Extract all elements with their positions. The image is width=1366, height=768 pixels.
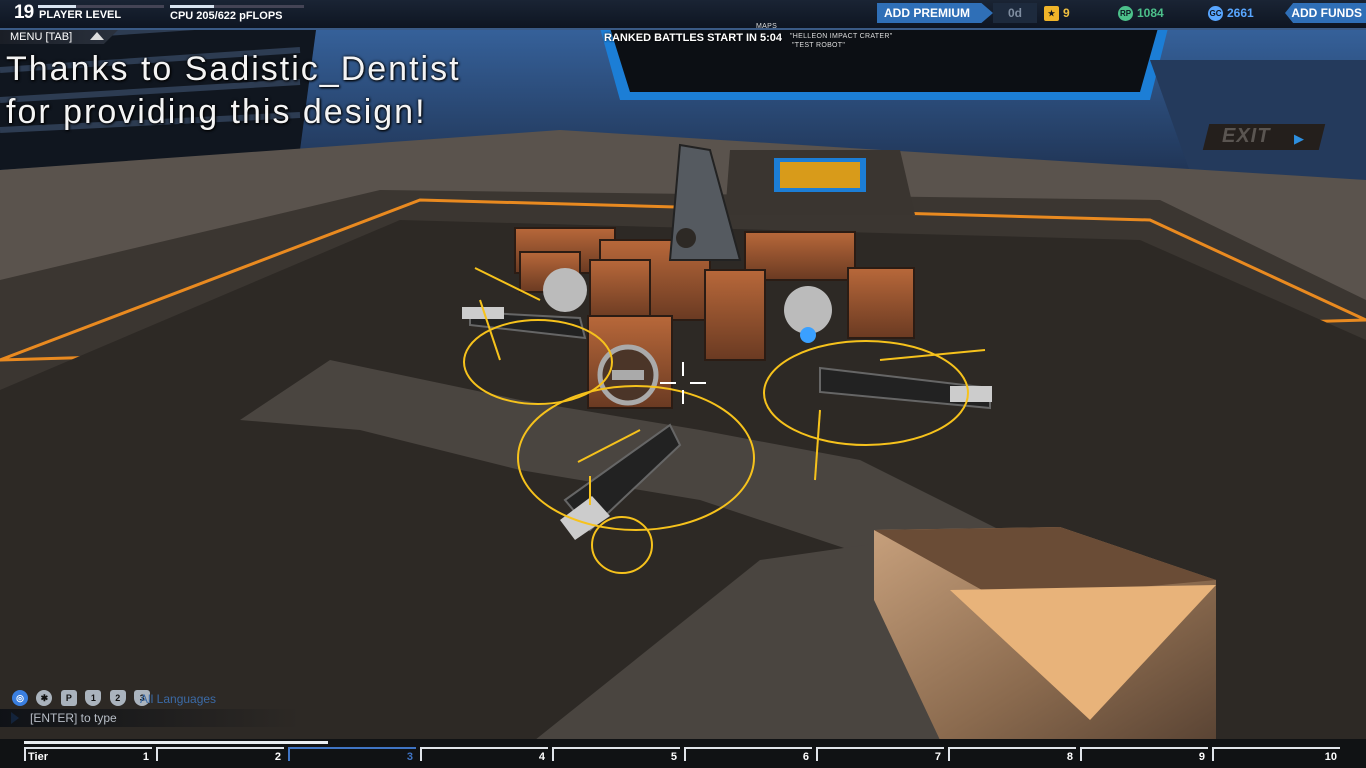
premium-days: 0d (993, 3, 1037, 23)
tier-8: 8 (948, 747, 1076, 763)
accessibility-icon[interactable]: ✱ (36, 689, 53, 706)
tier-6: 6 (684, 747, 812, 763)
tier-label: Tier (28, 751, 48, 763)
tier-3: 3 (288, 747, 416, 763)
tier-7: 7 (816, 747, 944, 763)
tier-number: 7 (934, 751, 941, 763)
galaxy-credits-value: 2661 (1227, 6, 1254, 20)
tier-10: 10 (1212, 747, 1340, 763)
party-1-icon[interactable]: 1 (85, 689, 102, 706)
tier-1: Tier 1 (24, 747, 152, 763)
tier-progress (24, 741, 328, 744)
robot-points-value: 1084 (1137, 6, 1164, 20)
level-progress-bar (38, 5, 164, 8)
tier-9: 9 (1080, 747, 1208, 763)
tier-number: 6 (802, 751, 809, 763)
tier-number: 3 (406, 751, 413, 763)
tier-number: 9 (1198, 751, 1205, 763)
ranked-battles-timer: RANKED BATTLES START IN 5:04 (604, 32, 783, 44)
overlay-message: Thanks to Sadistic_Dentist for providing… (6, 50, 461, 131)
player-level: 19 (14, 2, 34, 23)
player-level-label: PLAYER LEVEL (39, 9, 122, 21)
p-icon[interactable]: P (60, 689, 77, 706)
cpu-progress-bar (170, 5, 304, 8)
tier-2: 2 (156, 747, 284, 763)
tier-number: 4 (538, 751, 545, 763)
stars-counter: ★ 9 (1044, 4, 1070, 22)
tier-4: 4 (420, 747, 548, 763)
cpu-label: CPU 205/622 pFLOPS (170, 10, 283, 22)
star-icon: ★ (1044, 6, 1059, 22)
robot-points-counter: RP 1084 (1118, 4, 1164, 22)
tier-number: 1 (142, 751, 149, 763)
chat-input[interactable]: [ENTER] to type (0, 709, 300, 727)
gc-icon: GC (1208, 6, 1223, 22)
globe-icon[interactable]: ◎ (12, 689, 28, 706)
add-premium-button[interactable]: ADD PREMIUM (877, 3, 993, 23)
add-funds-button[interactable]: ADD FUNDS (1285, 3, 1366, 23)
exit-arrow-icon: ▶ (1294, 131, 1304, 146)
map-label: MAPS (756, 23, 778, 30)
tier-5: 5 (552, 747, 680, 763)
caret-up-icon (90, 32, 104, 40)
tier-number: 5 (670, 751, 677, 763)
galaxy-credits-counter: GC 2661 (1208, 4, 1254, 22)
map-value: "HELLEON IMPACT CRATER" (790, 33, 893, 40)
chat-channel-icons: ◎ ✱ P 1 2 3 (12, 689, 154, 707)
top-bar: 19 PLAYER LEVEL CPU 205/622 pFLOPS ADD P… (0, 0, 1366, 30)
stars-value: 9 (1063, 6, 1070, 20)
party-2-icon[interactable]: 2 (109, 689, 126, 706)
robot-value: "TEST ROBOT" (792, 42, 846, 49)
chat-language[interactable]: All Languages (140, 692, 216, 706)
tier-number: 2 (274, 751, 281, 763)
tier-number: 8 (1066, 751, 1073, 763)
exit-button[interactable]: EXIT (1222, 125, 1270, 148)
tier-number: 10 (1324, 751, 1337, 763)
rp-icon: RP (1118, 6, 1133, 22)
